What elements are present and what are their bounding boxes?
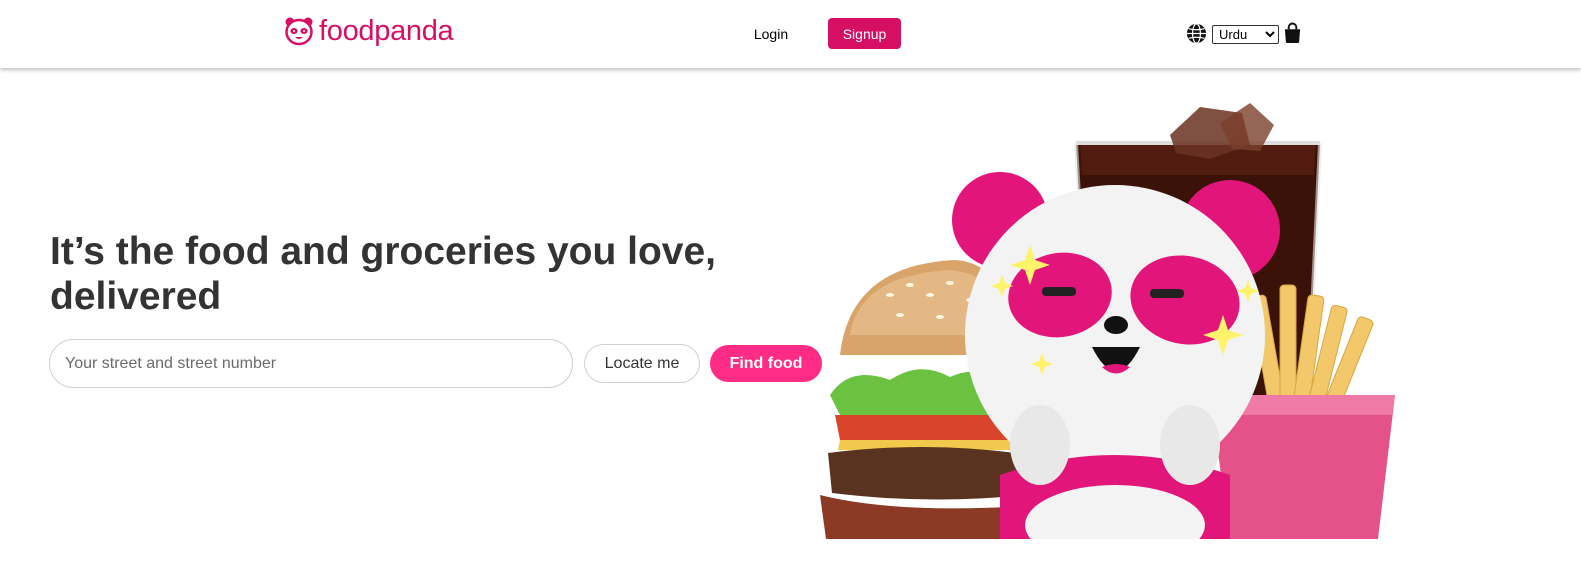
language-select[interactable]: Urdu <box>1212 25 1279 44</box>
brand-name: foodpanda <box>319 15 454 47</box>
globe-icon[interactable] <box>1186 23 1207 44</box>
shopping-bag-icon[interactable] <box>1283 22 1302 44</box>
address-search-input[interactable] <box>49 339 573 388</box>
login-button[interactable]: Login <box>740 18 802 49</box>
hero-headline: It’s the food and groceries you love, de… <box>50 230 717 318</box>
locate-me-button[interactable]: Locate me <box>584 344 700 383</box>
signup-button[interactable]: Signup <box>828 18 901 49</box>
foodpanda-logo[interactable]: foodpanda <box>285 14 454 48</box>
panda-logo-icon <box>285 17 313 46</box>
top-navigation-bar: foodpanda Login Signup Urdu <box>0 0 1581 68</box>
hero-illustration <box>820 103 1395 539</box>
